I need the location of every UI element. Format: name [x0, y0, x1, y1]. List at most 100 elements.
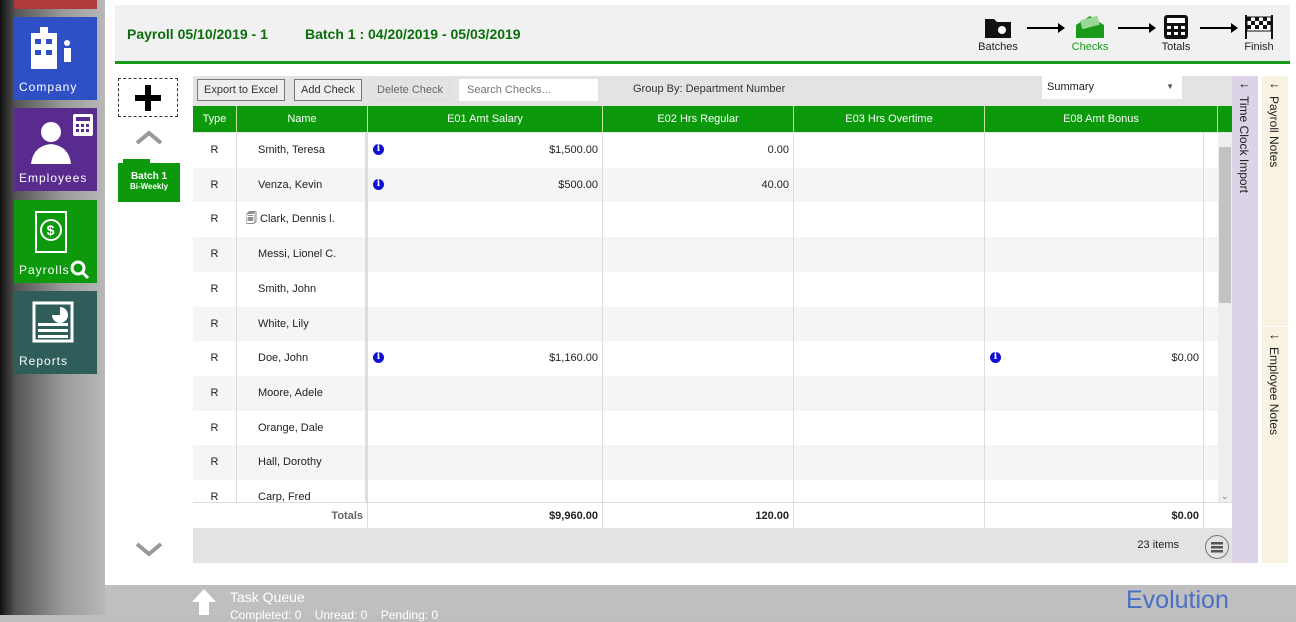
column-header[interactable]: Type: [193, 106, 237, 132]
cell-e08[interactable]: [985, 133, 1204, 168]
cell-e03[interactable]: [794, 445, 985, 481]
cell-e01[interactable]: [368, 202, 603, 238]
column-header[interactable]: E01 Amt Salary: [368, 106, 603, 132]
chevron-down-icon[interactable]: [135, 542, 163, 556]
cell-e01[interactable]: [368, 480, 603, 502]
task-queue-bar[interactable]: Task Queue Completed: 0 Unread: 0 Pendin…: [105, 585, 1296, 622]
table-row[interactable]: R White, Lily: [193, 306, 1218, 342]
note-icon[interactable]: 🗐: [246, 213, 260, 225]
nav-tile-top[interactable]: [14, 0, 97, 9]
nav-label: Employees: [19, 171, 88, 185]
nav-company[interactable]: Company: [14, 17, 97, 100]
cell-e02[interactable]: [603, 237, 794, 273]
cell-e03[interactable]: [794, 410, 985, 446]
cell-text: R: [210, 352, 219, 365]
cell-e02[interactable]: [603, 271, 794, 307]
info-icon[interactable]: i: [373, 352, 384, 364]
building-icon: [31, 27, 71, 69]
cell-e02[interactable]: 40.00: [603, 167, 794, 203]
grid-menu-button[interactable]: [1205, 535, 1229, 559]
cell-e02[interactable]: [603, 202, 794, 238]
cell-e01[interactable]: [368, 306, 603, 342]
table-row[interactable]: R Smith, John: [193, 271, 1218, 307]
table-row[interactable]: R Smith, Teresa i $1,500.00 0.00: [193, 133, 1218, 168]
cell-e01[interactable]: i $1,160.00: [368, 341, 603, 377]
cell-e01[interactable]: [368, 271, 603, 307]
info-icon[interactable]: i: [373, 144, 384, 155]
column-header[interactable]: E08 Amt Bonus: [985, 106, 1218, 132]
scrollbar-thumb[interactable]: [1219, 147, 1231, 303]
cell-e08[interactable]: [985, 237, 1204, 273]
cell-e08[interactable]: [985, 202, 1204, 238]
step-checks[interactable]: Checks: [1060, 15, 1120, 53]
cell-e02[interactable]: [603, 306, 794, 342]
step-finish[interactable]: Finish: [1229, 15, 1289, 53]
delete-check-button[interactable]: Delete Check: [370, 79, 451, 101]
employee-notes-tab[interactable]: ← Employee Notes: [1262, 326, 1288, 556]
column-header[interactable]: E02 Hrs Regular: [603, 106, 794, 132]
cell-e01[interactable]: i $500.00: [368, 167, 603, 203]
cell-e01[interactable]: [368, 237, 603, 273]
table-row[interactable]: R Venza, Kevin i $500.00 40.00: [193, 167, 1218, 203]
cell-e02[interactable]: [603, 410, 794, 446]
add-batch-button[interactable]: [118, 78, 178, 117]
cell-e02[interactable]: [603, 445, 794, 481]
cell-e03[interactable]: [794, 341, 985, 377]
step-totals[interactable]: Totals: [1146, 15, 1206, 53]
table-row[interactable]: R Orange, Dale: [193, 410, 1218, 446]
cell-e08[interactable]: [985, 375, 1204, 411]
column-header[interactable]: E03 Hrs Overtime: [794, 106, 985, 132]
column-header[interactable]: Name: [237, 106, 368, 132]
checkered-flag-icon: [1245, 15, 1273, 39]
batch-period: Batch 1 : 04/20/2019 - 05/03/2019: [305, 26, 521, 42]
nav-reports[interactable]: Reports: [14, 291, 97, 374]
step-batches[interactable]: Batches: [968, 15, 1028, 53]
export-excel-button[interactable]: Export to Excel: [197, 79, 285, 101]
cell-e03[interactable]: [794, 237, 985, 273]
cell-e03[interactable]: [794, 271, 985, 307]
table-row[interactable]: R Doe, John i $1,160.00 i $0.00: [193, 341, 1218, 377]
cell-e08[interactable]: [985, 167, 1204, 203]
search-checks-input[interactable]: [459, 79, 598, 101]
info-icon[interactable]: i: [990, 352, 1001, 364]
cell-e08[interactable]: [985, 410, 1204, 446]
table-row[interactable]: R Moore, Adele: [193, 375, 1218, 411]
vertical-scrollbar[interactable]: ⌄: [1218, 133, 1232, 502]
batch-tab[interactable]: Batch 1 Bi-Weekly: [118, 159, 180, 202]
cell-e03[interactable]: [794, 375, 985, 411]
payroll-notes-tab[interactable]: ← Payroll Notes: [1262, 76, 1288, 316]
nav-payrolls[interactable]: $ Payrolls: [14, 200, 97, 283]
cell-type: R: [193, 237, 237, 273]
table-row[interactable]: R Hall, Dorothy: [193, 445, 1218, 481]
cell-e03[interactable]: [794, 133, 985, 168]
nav-employees[interactable]: Employees: [14, 108, 97, 191]
table-row[interactable]: R Carp, Fred: [193, 480, 1218, 502]
cell-e03[interactable]: [794, 480, 985, 502]
cell-name: Venza, Kevin: [237, 167, 368, 203]
cell-e08[interactable]: [985, 480, 1204, 502]
cell-e01[interactable]: [368, 375, 603, 411]
add-check-button[interactable]: Add Check: [294, 79, 362, 101]
cell-e01[interactable]: [368, 445, 603, 481]
cell-e03[interactable]: [794, 167, 985, 203]
cell-e02[interactable]: [603, 341, 794, 377]
cell-e02[interactable]: 0.00: [603, 133, 794, 168]
cell-e01[interactable]: i $1,500.00: [368, 133, 603, 168]
time-clock-import-panel[interactable]: ← Time Clock Import: [1232, 76, 1258, 563]
info-icon[interactable]: i: [373, 178, 384, 190]
table-row[interactable]: R Messi, Lionel C.: [193, 237, 1218, 273]
cell-e08[interactable]: i $0.00: [985, 341, 1204, 377]
cell-e03[interactable]: [794, 306, 985, 342]
cell-e03[interactable]: [794, 202, 985, 238]
cell-e08[interactable]: [985, 306, 1204, 342]
view-select[interactable]: Summary ▼: [1042, 76, 1182, 99]
cell-e01[interactable]: [368, 410, 603, 446]
cell-type: R: [193, 202, 237, 238]
chevron-up-icon[interactable]: [135, 130, 163, 144]
scroll-down-icon[interactable]: ⌄: [1221, 491, 1229, 502]
table-row[interactable]: R 🗐 Clark, Dennis l.: [193, 202, 1218, 238]
cell-e08[interactable]: [985, 271, 1204, 307]
cell-e08[interactable]: [985, 445, 1204, 481]
cell-e02[interactable]: [603, 375, 794, 411]
cell-e02[interactable]: [603, 480, 794, 502]
